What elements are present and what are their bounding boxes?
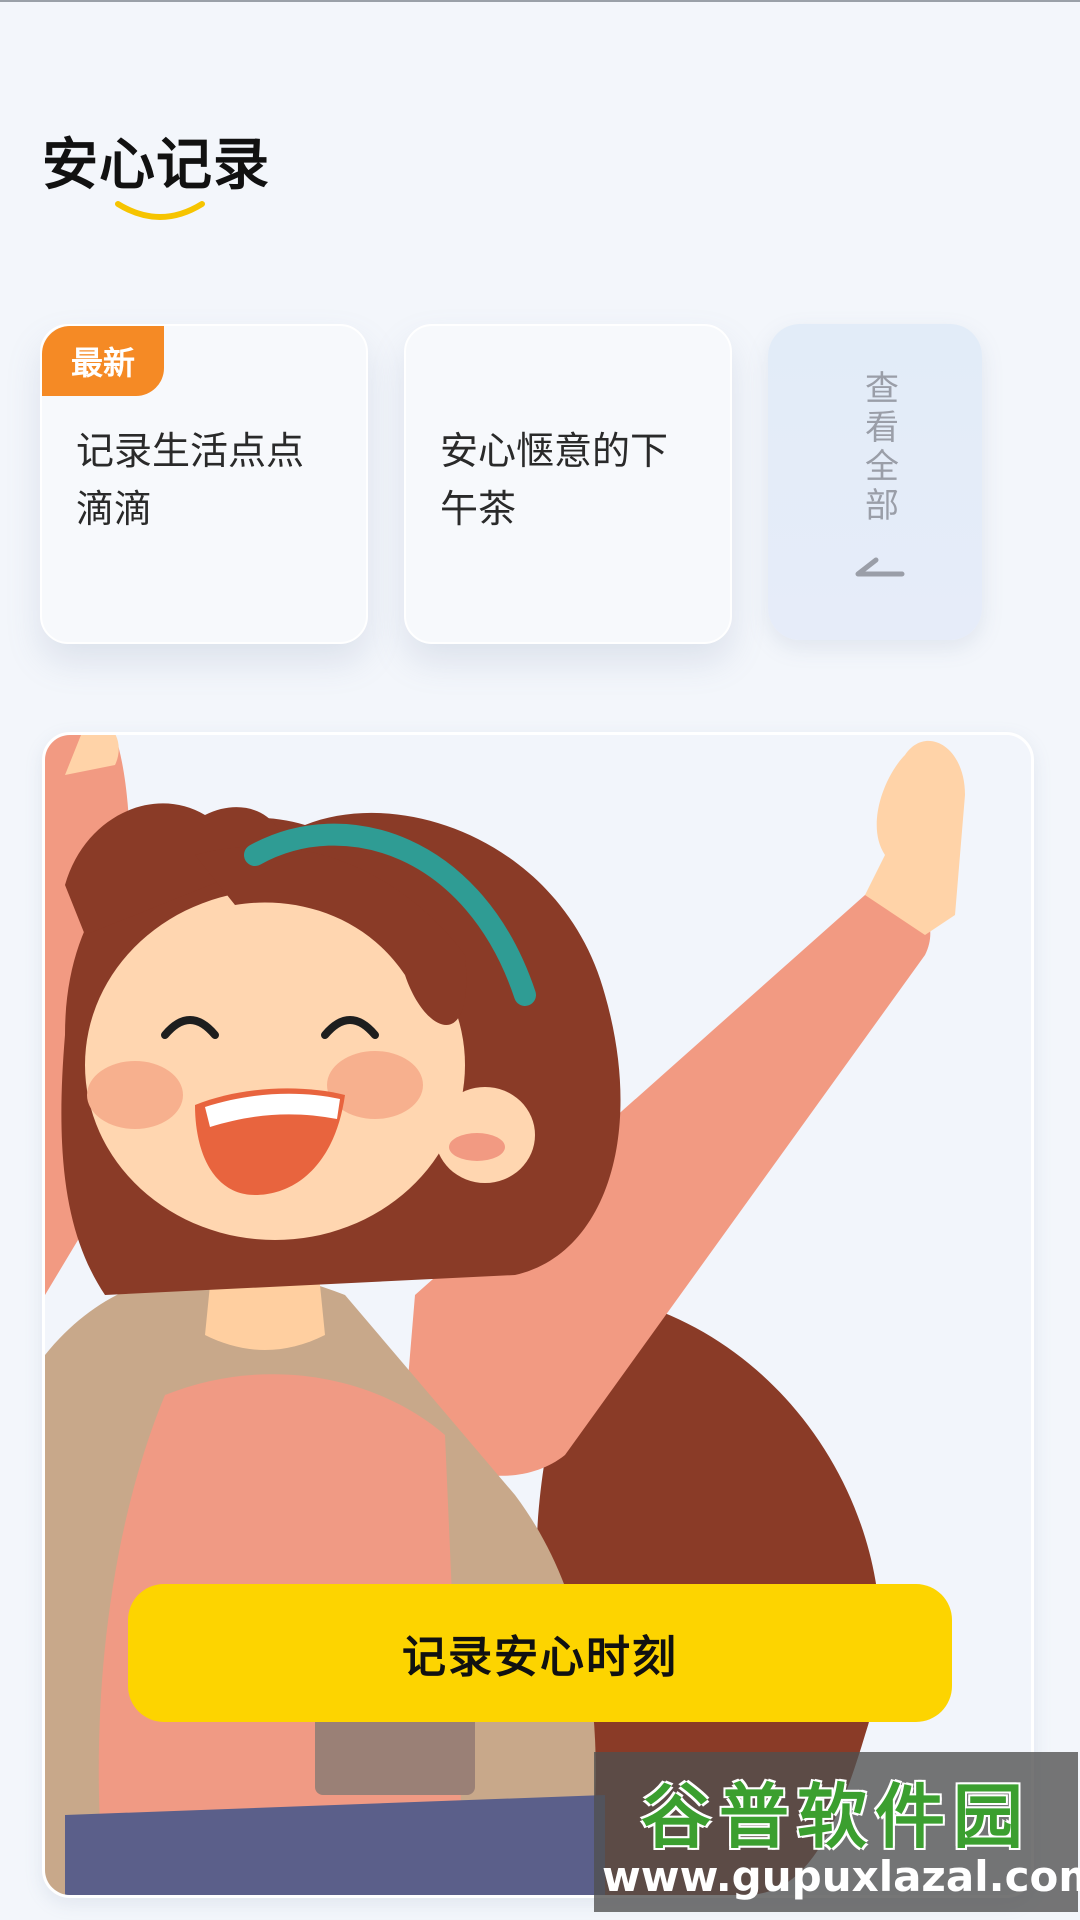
watermark: 谷普软件园 www.gupuxlazal.com xyxy=(594,1752,1080,1912)
view-all-label: 查看全部 xyxy=(865,369,899,526)
record-card-text: 安心惬意的下午茶 xyxy=(440,429,669,531)
status-divider xyxy=(0,0,1080,2)
record-card-latest[interactable]: 最新 记录生活点点滴滴 xyxy=(40,324,368,644)
record-moment-button[interactable]: 记录安心时刻 xyxy=(128,1584,952,1722)
record-card[interactable]: 安心惬意的下午茶 xyxy=(404,324,732,644)
record-card-text: 记录生活点点滴滴 xyxy=(76,429,305,531)
page-title: 安心记录 xyxy=(42,133,270,198)
view-all-button[interactable]: 查看全部 xyxy=(768,324,982,640)
hero-illustration-card xyxy=(42,732,1034,1898)
watermark-logo: 谷普软件园 xyxy=(641,1775,1031,1858)
record-cards-row: 最新 记录生活点点滴滴 安心惬意的下午茶 查看全部 xyxy=(0,324,1080,644)
arrow-left-icon xyxy=(855,557,905,577)
watermark-url: www.gupuxlazal.com xyxy=(602,1852,1080,1901)
title-underline xyxy=(115,201,205,220)
new-badge: 最新 xyxy=(42,326,164,396)
